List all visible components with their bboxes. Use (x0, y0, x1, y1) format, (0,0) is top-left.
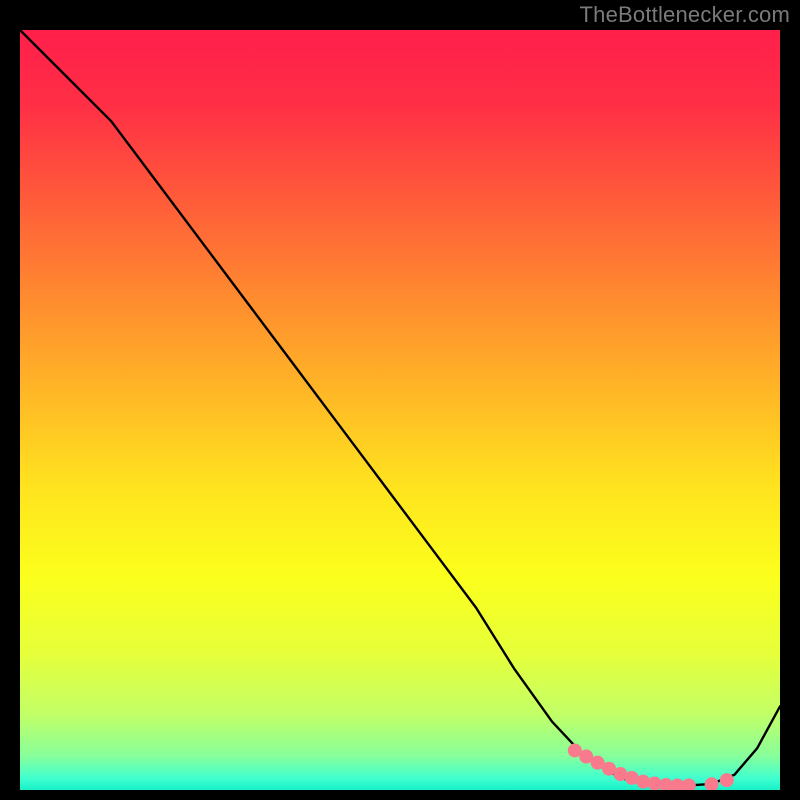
chart-svg (20, 30, 780, 790)
marker-dot (720, 773, 734, 787)
plot-area (20, 30, 780, 790)
gradient-background (20, 30, 780, 790)
chart-frame: TheBottlenecker.com (0, 0, 800, 800)
watermark-text: TheBottlenecker.com (580, 2, 790, 28)
